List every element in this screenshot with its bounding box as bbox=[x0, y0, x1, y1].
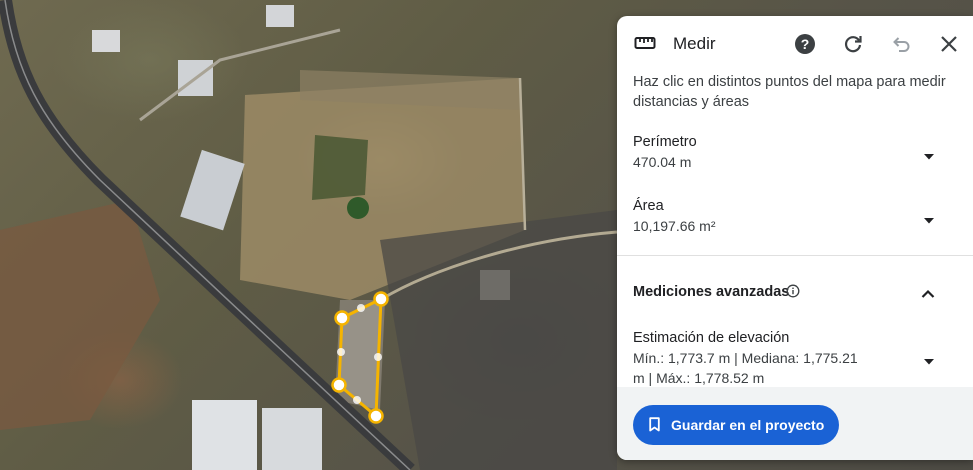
bookmark-icon bbox=[649, 417, 660, 432]
building bbox=[180, 149, 245, 231]
panel-footer: Guardar en el proyecto bbox=[617, 387, 973, 460]
area-label: Área bbox=[633, 198, 664, 214]
field bbox=[0, 200, 160, 430]
midpoint-handle bbox=[357, 304, 365, 312]
ruler-icon bbox=[634, 36, 656, 50]
pond bbox=[347, 197, 369, 219]
perimeter-value: 470.04 m bbox=[633, 154, 692, 170]
midpoint-handle bbox=[337, 348, 345, 356]
help-icon[interactable]: ? bbox=[793, 32, 817, 56]
close-icon[interactable] bbox=[937, 32, 961, 56]
vertex-handle bbox=[373, 291, 389, 307]
elevation-label: Estimación de elevación bbox=[633, 330, 790, 346]
midpoint-handle bbox=[353, 396, 361, 404]
field bbox=[380, 210, 617, 470]
building bbox=[262, 408, 322, 470]
elevation-value: Mín.: 1,773.7 m | Mediana: 1,775.21 m | … bbox=[633, 350, 858, 386]
instructions-text: Haz clic en distintos puntos del mapa pa… bbox=[633, 74, 946, 110]
building bbox=[92, 30, 120, 52]
undo-icon[interactable] bbox=[889, 32, 913, 56]
panel-title: Medir bbox=[673, 34, 716, 53]
svg-text:?: ? bbox=[801, 36, 810, 52]
vertex-handle bbox=[334, 310, 350, 326]
collapse-chevron-icon[interactable] bbox=[921, 286, 935, 298]
elevation-dropdown-icon[interactable] bbox=[923, 353, 935, 365]
midpoint-handle bbox=[374, 353, 382, 361]
vertex-handle bbox=[331, 377, 347, 393]
vertex-handle bbox=[368, 408, 384, 424]
building bbox=[192, 400, 257, 470]
field bbox=[312, 135, 368, 200]
perimeter-dropdown-icon[interactable] bbox=[923, 148, 935, 160]
panel-header: Medir ? bbox=[617, 16, 973, 72]
perimeter-label: Perímetro bbox=[633, 134, 697, 150]
building bbox=[480, 270, 510, 300]
refresh-icon[interactable] bbox=[841, 32, 865, 56]
area-value: 10,197.66 m² bbox=[633, 218, 716, 234]
section-divider bbox=[617, 255, 973, 256]
advanced-measurements-title: Mediciones avanzadas bbox=[633, 284, 790, 300]
building bbox=[266, 5, 294, 27]
measure-panel: Medir ? Haz clic en distintos puntos del… bbox=[617, 16, 973, 460]
save-button-label: Guardar en el proyecto bbox=[671, 417, 825, 433]
save-to-project-button[interactable]: Guardar en el proyecto bbox=[633, 405, 839, 445]
area-dropdown-icon[interactable] bbox=[923, 212, 935, 224]
info-icon[interactable] bbox=[786, 284, 800, 298]
